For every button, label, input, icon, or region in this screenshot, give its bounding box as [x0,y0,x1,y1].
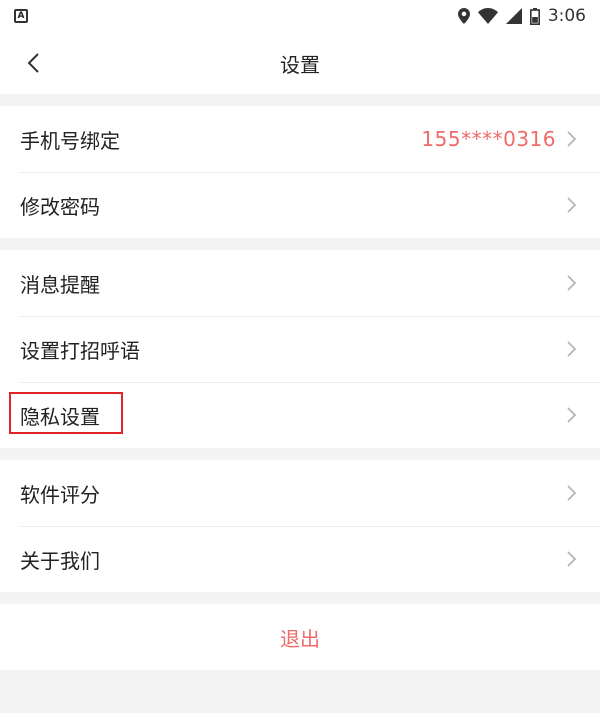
about-us-row[interactable]: 关于我们 [0,526,600,592]
chevron-right-icon [567,407,577,423]
phone-number-value: 155****0316 [421,127,556,151]
highlight-box [9,392,123,434]
wifi-icon [477,8,498,24]
row-label: 消息提醒 [20,272,100,297]
row-label: 关于我们 [20,548,100,573]
status-bar: A 3:06 [0,0,600,32]
chevron-right-icon [567,275,577,291]
chevron-right-icon [567,131,577,147]
app-rating-row[interactable]: 软件评分 [0,460,600,526]
message-reminder-row[interactable]: 消息提醒 [0,250,600,316]
notification-a-icon: A [14,9,28,23]
chevron-left-icon [27,53,39,73]
chevron-right-icon [567,485,577,501]
row-label: 软件评分 [20,482,100,507]
back-button[interactable] [14,44,52,82]
row-label: 手机号绑定 [20,128,120,153]
row-label: 设置打招呼语 [20,338,140,363]
settings-group-about: 软件评分 关于我们 [0,460,600,592]
signal-icon [505,8,522,24]
header: 设置 [0,32,600,94]
chevron-right-icon [567,197,577,213]
status-time: 3:06 [547,6,586,26]
location-icon [457,8,470,24]
row-label: 修改密码 [20,194,100,219]
logout-button[interactable]: 退出 [0,604,600,670]
logout-label: 退出 [280,626,320,651]
chevron-right-icon [567,341,577,357]
greeting-settings-row[interactable]: 设置打招呼语 [0,316,600,382]
page-title: 设置 [280,52,320,77]
battery-icon [529,7,540,25]
change-password-row[interactable]: 修改密码 [0,172,600,238]
chevron-right-icon [567,551,577,567]
phone-binding-row[interactable]: 手机号绑定 155****0316 [0,106,600,172]
settings-group-account: 手机号绑定 155****0316 修改密码 [0,106,600,238]
